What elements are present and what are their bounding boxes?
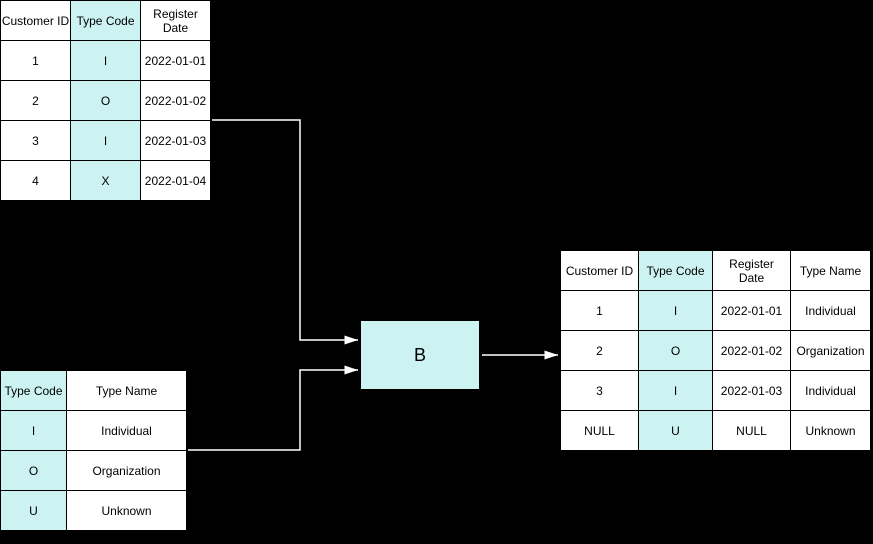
cell: Organization <box>67 451 187 491</box>
t3-h2: RegisterDate <box>713 251 791 291</box>
table-row: 3 I 2022-01-03 <box>1 121 211 161</box>
cell: O <box>71 81 141 121</box>
cell: 3 <box>561 371 639 411</box>
t3-h3: Type Name <box>791 251 871 291</box>
cell: 2022-01-01 <box>713 291 791 331</box>
cell: 2022-01-02 <box>141 81 211 121</box>
table-row: 3 I 2022-01-03 Individual <box>561 371 871 411</box>
cell: 2 <box>1 81 71 121</box>
cell: 2022-01-03 <box>713 371 791 411</box>
table-row: 4 X 2022-01-04 <box>1 161 211 201</box>
cell: 2022-01-01 <box>141 41 211 81</box>
cell: Individual <box>791 291 871 331</box>
t2-h0: Type Code <box>1 371 67 411</box>
cell: 2022-01-02 <box>713 331 791 371</box>
table-row: 1 I 2022-01-01 Individual <box>561 291 871 331</box>
cell: I <box>1 411 67 451</box>
cell: Unknown <box>791 411 871 451</box>
cell: X <box>71 161 141 201</box>
cell: I <box>639 291 713 331</box>
arrow-t2-to-join <box>188 370 358 450</box>
t1-h2: RegisterDate <box>141 1 211 41</box>
cell: I <box>71 121 141 161</box>
cell: 2022-01-03 <box>141 121 211 161</box>
cell: Individual <box>67 411 187 451</box>
table-row: O Organization <box>1 451 187 491</box>
table-row: NULL U NULL Unknown <box>561 411 871 451</box>
cell: O <box>639 331 713 371</box>
cell: O <box>1 451 67 491</box>
cell: 1 <box>561 291 639 331</box>
arrow-t1-to-join <box>212 120 358 340</box>
join-operation-box: B <box>360 320 480 390</box>
customers-table: Customer ID Type Code RegisterDate 1 I 2… <box>0 0 211 201</box>
t2-h1: Type Name <box>67 371 187 411</box>
table-row: 2 O 2022-01-02 Organization <box>561 331 871 371</box>
table-row: I Individual <box>1 411 187 451</box>
cell: 2022-01-04 <box>141 161 211 201</box>
join-label: B <box>414 345 426 366</box>
cell: U <box>639 411 713 451</box>
cell: NULL <box>713 411 791 451</box>
cell: U <box>1 491 67 531</box>
t3-h0: Customer ID <box>561 251 639 291</box>
cell: 3 <box>1 121 71 161</box>
table-row: 1 I 2022-01-01 <box>1 41 211 81</box>
t1-h1: Type Code <box>71 1 141 41</box>
cell: I <box>639 371 713 411</box>
cell: I <box>71 41 141 81</box>
table-row: U Unknown <box>1 491 187 531</box>
types-table: Type Code Type Name I Individual O Organ… <box>0 370 187 531</box>
t1-h0: Customer ID <box>1 1 71 41</box>
cell: 1 <box>1 41 71 81</box>
cell: 2 <box>561 331 639 371</box>
cell: Unknown <box>67 491 187 531</box>
cell: Individual <box>791 371 871 411</box>
result-table: Customer ID Type Code RegisterDate Type … <box>560 250 871 451</box>
table-row: 2 O 2022-01-02 <box>1 81 211 121</box>
cell: NULL <box>561 411 639 451</box>
t3-h1: Type Code <box>639 251 713 291</box>
cell: Organization <box>791 331 871 371</box>
cell: 4 <box>1 161 71 201</box>
